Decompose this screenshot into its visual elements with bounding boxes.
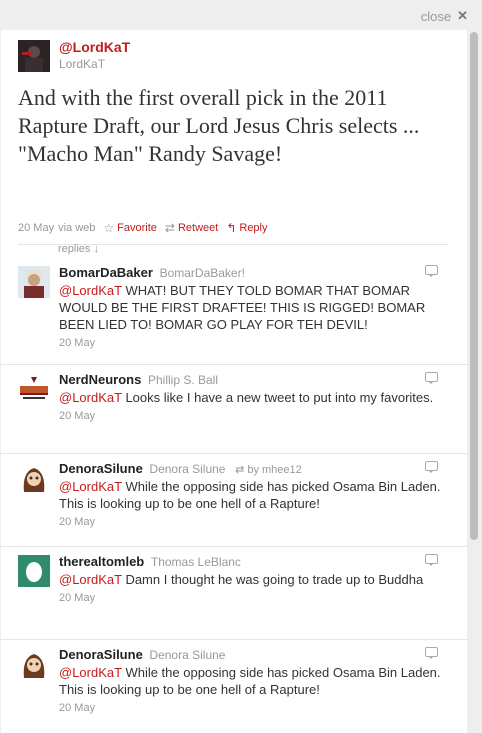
reply-item: therealtomleb Thomas LeBlanc @LordKaT Da… (1, 547, 467, 640)
reply-icon: ↰ (226, 221, 237, 235)
avatar[interactable] (18, 266, 50, 298)
avatar[interactable] (18, 555, 50, 587)
reply-date[interactable]: 20 May (59, 335, 451, 352)
reply-name: BomarDaBaker! (159, 266, 245, 280)
reply-text: @LordKaT Damn I thought he was going to … (59, 571, 451, 607)
reply-bubble-icon[interactable] (425, 265, 438, 277)
reply-body-text: Damn I thought he was going to trade up … (121, 572, 424, 587)
mention-link[interactable]: @LordKaT (59, 665, 122, 680)
scrollbar-thumb[interactable] (470, 32, 478, 540)
reply-bubble-icon[interactable] (425, 372, 438, 384)
reply-bubble-icon[interactable] (425, 461, 438, 473)
avatar[interactable] (18, 373, 50, 405)
avatar[interactable] (18, 648, 50, 680)
reply-name: Phillip S. Ball (147, 373, 219, 387)
mention-link[interactable]: @LordKaT (59, 390, 122, 405)
reply-text: @LordKaT While the opposing side has pic… (59, 478, 451, 531)
scrollbar[interactable] (468, 30, 480, 733)
reply-bubble-icon[interactable] (425, 554, 438, 566)
retweet-icon: ⇄ (164, 221, 175, 235)
tweet-panel: @LordKaT LordKaT And with the first over… (1, 30, 467, 733)
reply-text: @LordKaT WHAT! BUT THEY TOLD BOMAR THAT … (59, 282, 451, 352)
reply-screen-name[interactable]: BomarDaBaker (59, 265, 153, 280)
reply-screen-name[interactable]: NerdNeurons (59, 372, 141, 387)
close-label: close (420, 8, 452, 24)
reply-screen-name[interactable]: therealtomleb (59, 554, 144, 569)
reply-text: @LordKaT Looks like I have a new tweet t… (59, 389, 451, 425)
reply-item: NerdNeurons Phillip S. Ball @LordKaT Loo… (1, 365, 467, 454)
reply-body-text: Looks like I have a new tweet to put int… (121, 390, 434, 405)
retweeted-by[interactable]: by mhee12 (247, 464, 301, 476)
replies-label: replies ↓ (58, 243, 99, 255)
close-button[interactable]: close ✕ (421, 8, 468, 24)
mention-link[interactable]: @LordKaT (59, 479, 122, 494)
favorite-button[interactable]: Favorite (117, 222, 157, 234)
tweet-date[interactable]: 20 May (18, 222, 54, 234)
author-name: LordKaT (59, 57, 106, 71)
reply-item: DenoraSilune Denora Silune ⇄ by mhee12 @L… (1, 454, 467, 547)
reply-bubble-icon[interactable] (425, 647, 438, 659)
reply-item: BomarDaBaker BomarDaBaker! @LordKaT WHAT… (1, 258, 467, 365)
reply-text: @LordKaT While the opposing side has pic… (59, 664, 451, 717)
author-screen-name[interactable]: @LordKaT (59, 39, 130, 55)
reply-date[interactable]: 20 May (59, 514, 451, 531)
reply-date[interactable]: 20 May (59, 700, 451, 717)
reply-name: Denora Silune (149, 648, 226, 662)
top-bar: close ✕ (0, 0, 482, 30)
reply-item: DenoraSilune Denora Silune @LordKaT Whil… (1, 640, 467, 733)
star-icon: ☆ (103, 221, 115, 235)
avatar[interactable] (18, 462, 50, 494)
retweet-button[interactable]: Retweet (178, 222, 218, 234)
tweet-source: via web (58, 222, 96, 234)
reply-date[interactable]: 20 May (59, 590, 451, 607)
reply-button[interactable]: Reply (239, 222, 267, 234)
retweet-icon: ⇄ (235, 464, 245, 476)
close-icon: ✕ (457, 8, 468, 23)
mention-link[interactable]: @LordKaT (59, 283, 122, 298)
reply-name: Denora Silune (149, 462, 226, 476)
mention-link[interactable]: @LordKaT (59, 572, 122, 587)
reply-screen-name[interactable]: DenoraSilune (59, 647, 143, 662)
avatar[interactable] (18, 40, 50, 72)
reply-screen-name[interactable]: DenoraSilune (59, 461, 143, 476)
tweet-meta: 20 May via web ☆ Favorite ⇄ Retweet ↰ Re… (18, 221, 268, 235)
tweet-text: And with the first overall pick in the 2… (18, 85, 420, 166)
reply-date[interactable]: 20 May (59, 408, 451, 425)
reply-name: Thomas LeBlanc (150, 555, 241, 569)
